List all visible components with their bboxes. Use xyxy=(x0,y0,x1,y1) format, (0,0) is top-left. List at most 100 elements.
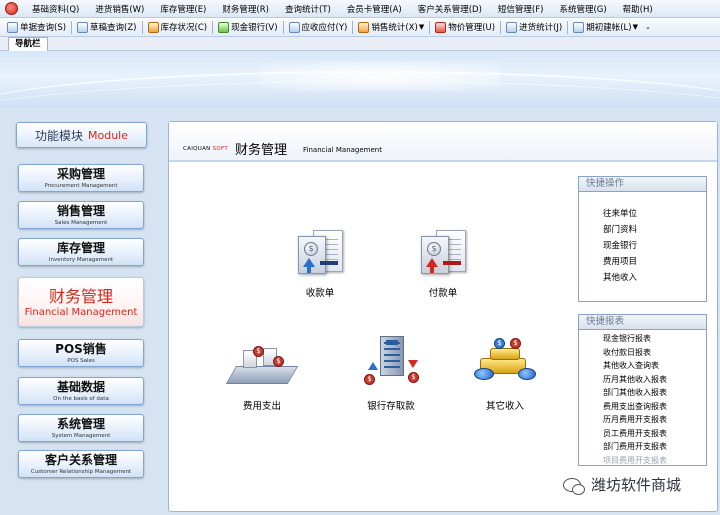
receipt-label: 收款单 xyxy=(305,288,335,299)
toolbar-doc-query-button[interactable]: 单据查询(S) xyxy=(4,21,69,33)
quick-report-item[interactable]: 现金银行报表 xyxy=(603,332,706,346)
toolbar-stock-status-button[interactable]: 库存状况(C) xyxy=(145,21,211,33)
menu-member-card[interactable]: 会员卡管理(A) xyxy=(339,3,410,15)
quick-report-item[interactable]: 其他收入查询表 xyxy=(603,359,706,373)
module-basic-data-button[interactable]: 基础数据 On the basis of data xyxy=(18,377,144,405)
bank-deposit-function[interactable]: $ $ 银行存取款 xyxy=(353,336,429,412)
draft-icon xyxy=(77,21,89,33)
arrow-icon xyxy=(426,258,438,267)
module-crm-cn: 客户关系管理 xyxy=(44,453,117,467)
quick-op-item[interactable]: 其他收入 xyxy=(603,270,706,286)
chevron-down-icon[interactable]: ▼ xyxy=(419,23,424,31)
quick-op-item[interactable]: 现金银行 xyxy=(603,238,706,254)
toolbar-sales-stats-button[interactable]: 销售统计(X) ▼ xyxy=(355,21,427,33)
bank-icon: $ $ xyxy=(358,336,424,390)
quick-report-item[interactable]: 费用支出查询报表 xyxy=(603,400,706,414)
quick-report-item[interactable]: 历月其他收入报表 xyxy=(603,373,706,387)
toolbar-cash-bank-label: 现金银行(V) xyxy=(231,23,278,33)
module-inventory-en: Inventory Management xyxy=(48,257,114,263)
banner-glow xyxy=(260,61,500,91)
tab-navigation[interactable]: 导航栏 xyxy=(8,37,48,51)
toolbar-price-mgmt-label: 物价管理(U) xyxy=(448,23,496,33)
coin-stack xyxy=(518,368,536,380)
toolbar: 单据查询(S) 草稿查询(Z) 库存状况(C) 现金银行(V) 应收应付(Y) … xyxy=(0,18,720,37)
watermark: 潍坊软件商城 xyxy=(563,474,681,495)
coin-icon: $ xyxy=(510,338,521,349)
other-income-icon: $ $ xyxy=(472,338,538,390)
menu-sms[interactable]: 短信管理(F) xyxy=(490,3,552,15)
toolbar-cash-bank-button[interactable]: 现金银行(V) xyxy=(215,21,280,33)
receipt-function[interactable]: $ 收款单 xyxy=(287,228,353,299)
quick-report-item[interactable]: 员工费用开支报表 xyxy=(603,427,706,441)
quick-report-item[interactable]: 历月费用开支报表 xyxy=(603,413,706,427)
module-pos-button[interactable]: POS销售 POS Sales xyxy=(18,339,144,367)
chevron-down-icon[interactable]: ▼ xyxy=(633,23,638,31)
page-title: 财务管理 xyxy=(235,143,288,158)
brand-main: CAIQUAN xyxy=(183,146,211,152)
menu-help[interactable]: 帮助(H) xyxy=(615,3,661,15)
coin-icon: $ xyxy=(427,242,441,256)
toolbar-purchase-stats-label: 进货统计(J) xyxy=(519,23,563,33)
module-crm-button[interactable]: 客户关系管理 Customer Relationship Management xyxy=(18,450,144,478)
module-header-en: Module xyxy=(88,128,128,142)
module-procurement-button[interactable]: 采购管理 Procurement Management xyxy=(18,164,144,192)
module-system-button[interactable]: 系统管理 System Management xyxy=(18,414,144,442)
toolbar-separator xyxy=(212,20,214,34)
quick-op-item[interactable]: 往来单位 xyxy=(603,206,706,222)
payment-function[interactable]: $ 付款单 xyxy=(410,228,476,299)
toolbar-draft-query-button[interactable]: 草稿查询(Z) xyxy=(74,21,139,33)
payment-label: 付款单 xyxy=(428,288,458,299)
expense-function[interactable]: $ $ 费用支出 xyxy=(225,344,299,412)
bank-deposit-label: 银行存取款 xyxy=(367,401,415,412)
menu-query-stats[interactable]: 查询统计(T) xyxy=(277,3,339,15)
platform-shape xyxy=(225,366,299,384)
quick-op-item[interactable]: 部门资料 xyxy=(603,222,706,238)
quick-report-item[interactable]: 部门费用开支报表 xyxy=(603,440,706,454)
toolbar-receivable-button[interactable]: 应收应付(Y) xyxy=(286,21,351,33)
wechat-icon xyxy=(563,477,585,495)
toolbar-doc-query-label: 单据查询(S) xyxy=(20,23,67,33)
quick-op-item[interactable]: 费用项目 xyxy=(603,254,706,270)
menu-crm[interactable]: 客户关系管理(D) xyxy=(410,3,490,15)
menu-inventory[interactable]: 库存管理(E) xyxy=(152,3,214,15)
receipt-document-icon: $ xyxy=(295,228,345,278)
arrow-stem xyxy=(307,267,311,273)
toolbar-price-mgmt-button[interactable]: 物价管理(U) xyxy=(432,21,498,33)
bank-sign xyxy=(386,340,398,345)
quick-reports-list: 现金银行报表 收付款日报表 其他收入查询表 历月其他收入报表 部门其他收入报表 … xyxy=(579,330,706,466)
toolbar-overflow-icon[interactable]: ⌄ xyxy=(645,23,651,31)
brand-logo: CAIQUAN SOFT xyxy=(183,146,228,152)
quick-operations-list: 往来单位 部门资料 现金银行 费用项目 其他收入 xyxy=(579,192,706,286)
module-finance-button[interactable]: 财务管理 Financial Management xyxy=(18,277,144,327)
app-logo-icon xyxy=(5,2,18,15)
quick-report-item[interactable]: 项目费用开支报表 xyxy=(603,454,706,466)
toolbar-separator xyxy=(567,20,569,34)
other-income-function[interactable]: $ $ 其它收入 xyxy=(469,338,541,412)
module-sales-button[interactable]: 销售管理 Sales Management xyxy=(18,201,144,229)
quick-report-item[interactable]: 收付款日报表 xyxy=(603,346,706,360)
price-grid-icon xyxy=(435,21,447,33)
toolbar-purchase-stats-button[interactable]: 进货统计(J) xyxy=(503,21,565,33)
menu-system[interactable]: 系统管理(G) xyxy=(551,3,614,15)
quick-report-item[interactable]: 部门其他收入报表 xyxy=(603,386,706,400)
menu-basic-data[interactable]: 基础资料(Q) xyxy=(24,3,87,15)
module-procurement-cn: 采购管理 xyxy=(56,167,105,181)
arrow-up-icon xyxy=(368,362,378,370)
module-pos-cn: POS销售 xyxy=(55,342,107,356)
menu-finance[interactable]: 财务管理(R) xyxy=(214,3,277,15)
module-panel-header: 功能模块 Module xyxy=(16,122,147,148)
menu-purchase-sales[interactable]: 进货销售(W) xyxy=(87,3,152,15)
header-banner xyxy=(0,51,720,107)
toolbar-separator xyxy=(429,20,431,34)
module-finance-cn: 财务管理 xyxy=(48,287,113,306)
module-pos-en: POS Sales xyxy=(67,358,95,364)
other-income-label: 其它收入 xyxy=(485,401,524,412)
toolbar-opening-button[interactable]: 期初建帐(L) ▼ xyxy=(570,21,641,33)
toolbar-separator xyxy=(71,20,73,34)
gold-bar xyxy=(490,348,520,360)
toolbar-draft-query-label: 草稿查询(Z) xyxy=(90,23,137,33)
module-inventory-button[interactable]: 库存管理 Inventory Management xyxy=(18,238,144,266)
module-system-cn: 系统管理 xyxy=(56,417,105,431)
document-stripe xyxy=(320,261,338,265)
expense-icon: $ $ xyxy=(225,344,299,390)
